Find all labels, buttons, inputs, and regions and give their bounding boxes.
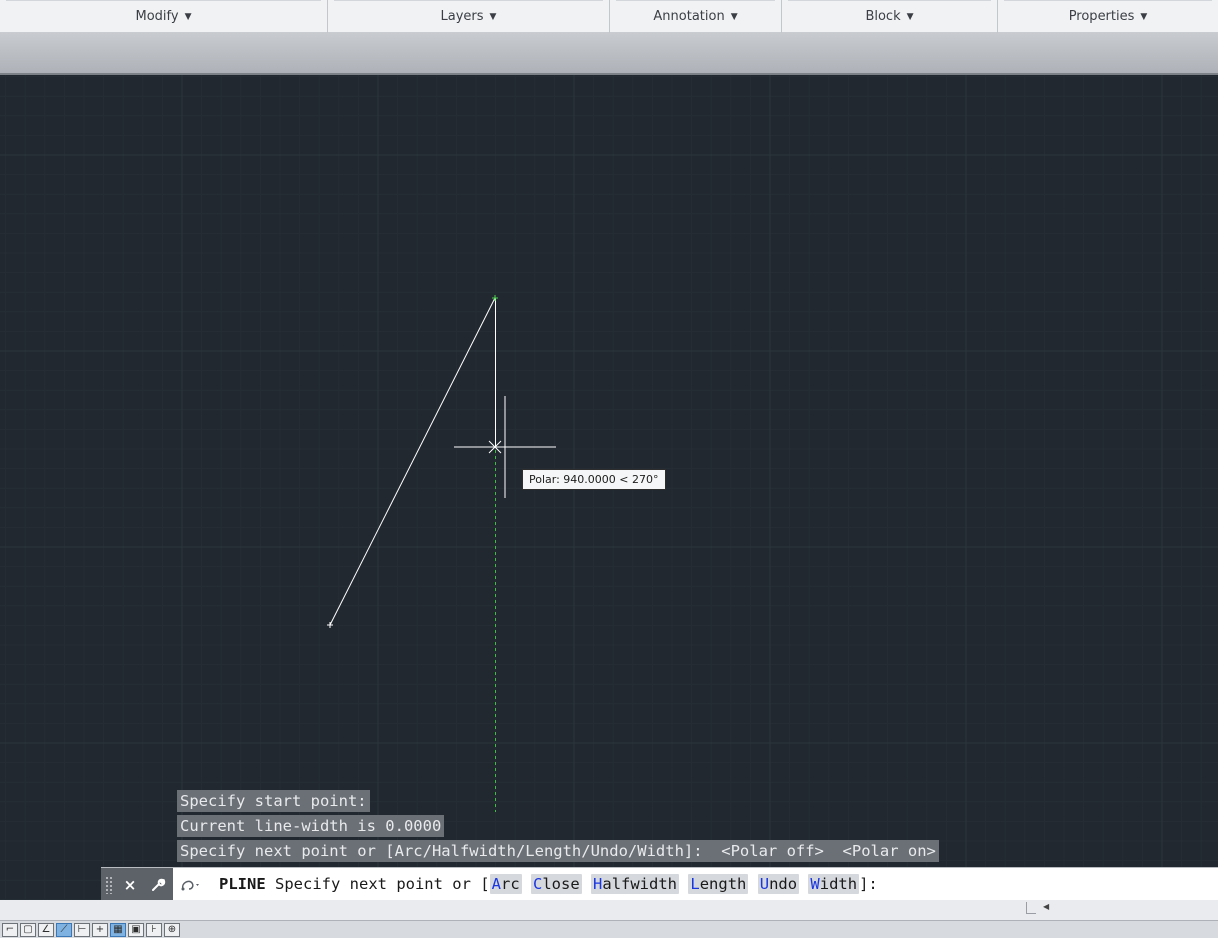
command-line-toolbar: × bbox=[101, 868, 173, 901]
chevron-down-icon: ▼ bbox=[906, 11, 914, 22]
recent-commands-icon[interactable] bbox=[175, 868, 207, 901]
osnap-icon[interactable]: ⊢ bbox=[74, 922, 90, 937]
panel-layers[interactable]: Layers ▼ bbox=[327, 0, 609, 33]
snap-icon[interactable]: ▢ bbox=[20, 922, 36, 937]
status-bar: ⌐ ▢ ∠ ⟋ ⊢ + ▦ ▣ ⊦ ⊕ bbox=[0, 920, 1218, 938]
panel-properties[interactable]: Properties ▼ bbox=[997, 0, 1218, 33]
customize-wrench-icon[interactable] bbox=[147, 874, 169, 896]
chevron-down-icon: ▼ bbox=[184, 11, 192, 22]
command-prompt-suffix: ]: bbox=[859, 875, 878, 893]
selection-cycling-icon[interactable]: ⊦ bbox=[146, 922, 162, 937]
option-length[interactable]: Length bbox=[688, 874, 749, 894]
option-key: L bbox=[690, 875, 700, 893]
chevron-down-icon: ▼ bbox=[489, 11, 497, 22]
option-rest: lose bbox=[542, 875, 580, 893]
ribbon-panel-bar: Modify ▼ Layers ▼ Annotation ▼ Block ▼ Prope… bbox=[0, 0, 1218, 33]
start-point-marker bbox=[327, 622, 333, 628]
option-undo[interactable]: Undo bbox=[757, 874, 800, 894]
option-rest: rc bbox=[500, 875, 520, 893]
polar-tooltip: Polar: 940.0000 < 270° bbox=[522, 469, 666, 490]
option-close[interactable]: Close bbox=[531, 874, 582, 894]
horizontal-scrollbar[interactable]: ◀ bbox=[0, 900, 1218, 920]
chevron-down-icon: ▼ bbox=[730, 11, 738, 22]
command-history-line: Current line-width is 0.0000 bbox=[177, 815, 445, 837]
grid-icon[interactable]: ⌐ bbox=[2, 922, 18, 937]
scroll-thumb[interactable] bbox=[1026, 902, 1036, 914]
command-name: PLINE bbox=[219, 875, 266, 893]
option-rest: ength bbox=[699, 875, 747, 893]
polar-icon[interactable]: ⟋ bbox=[56, 922, 72, 937]
transparency-icon[interactable]: ▣ bbox=[128, 922, 144, 937]
close-icon[interactable]: × bbox=[119, 874, 141, 896]
drawing-canvas[interactable]: Polar: 940.0000 < 270° Specify start poi… bbox=[0, 75, 1218, 922]
option-rest: alfwidth bbox=[602, 875, 678, 893]
panel-layers-label: Layers bbox=[440, 9, 484, 24]
otrack-icon[interactable]: + bbox=[92, 922, 108, 937]
panel-block-label: Block bbox=[865, 9, 901, 24]
option-rest: ndo bbox=[769, 875, 798, 893]
option-key: W bbox=[810, 875, 820, 893]
ucs-icon[interactable]: ⊕ bbox=[164, 922, 180, 937]
command-history-line: Specify start point: bbox=[177, 790, 370, 812]
file-tab-strip bbox=[0, 33, 1218, 75]
command-prompt-text: Specify next point or [ bbox=[265, 875, 490, 893]
panel-block[interactable]: Block ▼ bbox=[781, 0, 997, 33]
option-key: A bbox=[491, 875, 501, 893]
option-rest: idth bbox=[819, 875, 858, 893]
polyline-segment[interactable] bbox=[329, 297, 496, 626]
chevron-down-icon: ▼ bbox=[1140, 11, 1148, 22]
command-line[interactable]: × PLINE Specify next point or [Arc Close… bbox=[101, 867, 1218, 901]
option-width[interactable]: Width bbox=[808, 874, 860, 894]
vertex-marker bbox=[492, 295, 498, 301]
command-prompt[interactable]: PLINE Specify next point or [Arc Close H… bbox=[219, 868, 878, 901]
option-key: C bbox=[533, 875, 543, 893]
ortho-icon[interactable]: ∠ bbox=[38, 922, 54, 937]
panel-modify-label: Modify bbox=[135, 9, 179, 24]
option-key: U bbox=[759, 875, 770, 893]
command-history-line: Specify next point or [Arc/Halfwidth/Len… bbox=[177, 840, 939, 862]
option-key: H bbox=[593, 875, 603, 893]
panel-annotation[interactable]: Annotation ▼ bbox=[609, 0, 781, 33]
panel-properties-label: Properties bbox=[1068, 9, 1135, 24]
option-halfwidth[interactable]: Halfwidth bbox=[591, 874, 680, 894]
panel-annotation-label: Annotation bbox=[653, 9, 725, 24]
lineweight-icon[interactable]: ▦ bbox=[110, 922, 126, 937]
drag-handle-icon[interactable] bbox=[105, 875, 113, 894]
panel-modify[interactable]: Modify ▼ bbox=[0, 0, 327, 33]
scroll-left-arrow-icon[interactable]: ◀ bbox=[1043, 902, 1049, 911]
option-arc[interactable]: Arc bbox=[489, 874, 522, 894]
